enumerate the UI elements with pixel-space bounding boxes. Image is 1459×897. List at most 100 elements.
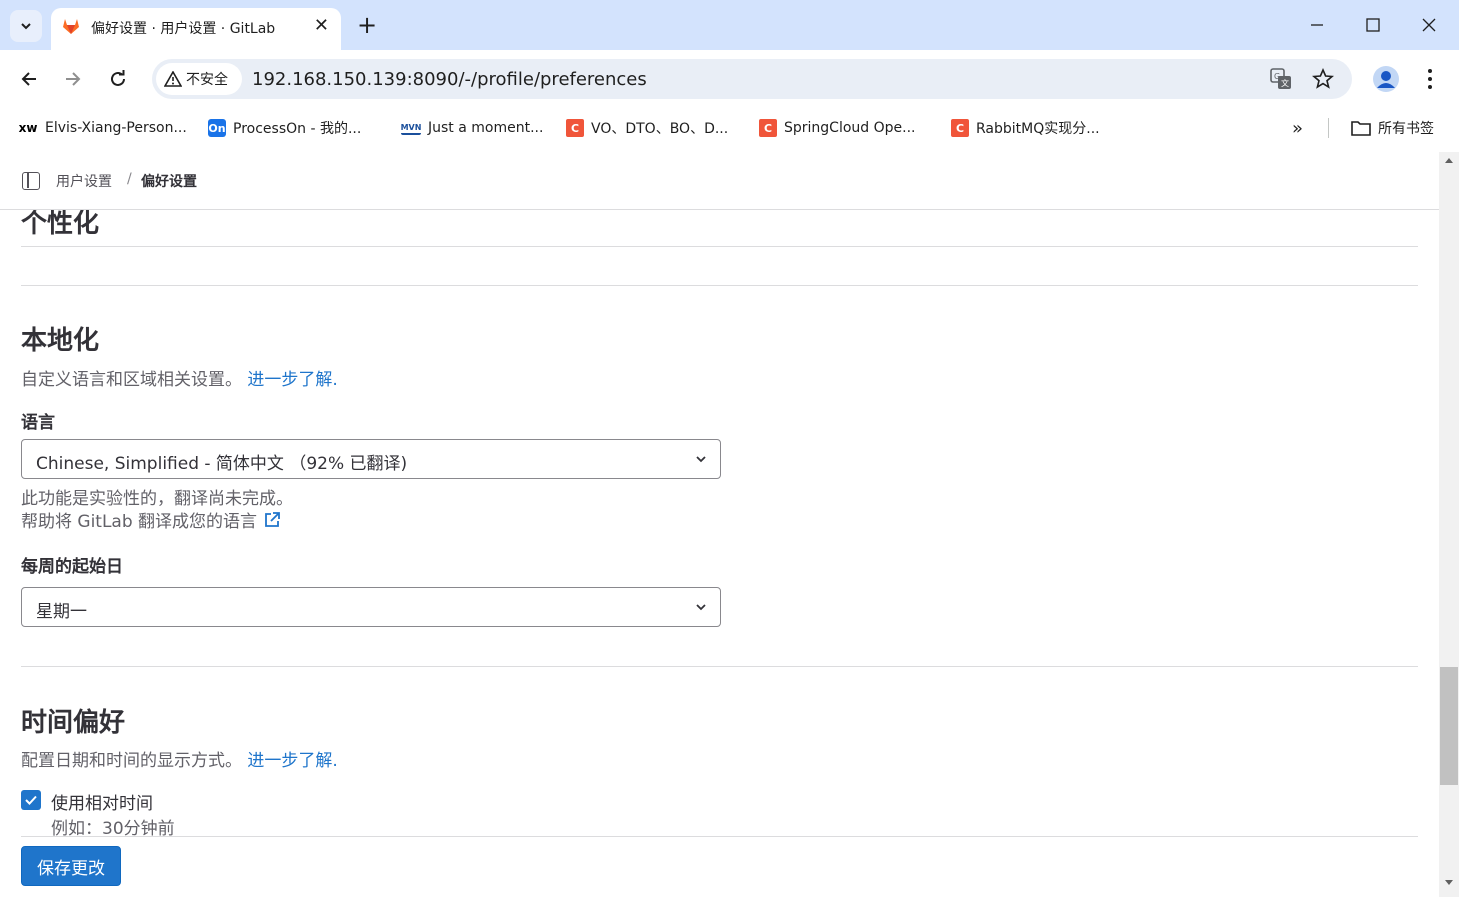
section-description: 配置日期和时间的显示方式。 进一步了解. bbox=[21, 746, 338, 771]
more-vert-icon bbox=[1428, 69, 1432, 89]
divider bbox=[21, 285, 1418, 286]
maximize-icon bbox=[1366, 18, 1380, 32]
avatar-icon bbox=[1373, 66, 1399, 92]
divider bbox=[1328, 118, 1329, 138]
svg-text:文: 文 bbox=[1281, 78, 1289, 88]
maximize-button[interactable] bbox=[1345, 0, 1401, 50]
week-start-label: 每周的起始日 bbox=[21, 557, 123, 577]
relative-time-label[interactable]: 使用相对时间 bbox=[51, 789, 153, 814]
bookmark-item[interactable]: C SpringCloud Ope... bbox=[759, 116, 916, 140]
warning-icon bbox=[164, 71, 182, 87]
bookmarks-bar: xw Elvis-Xiang-Person... On ProcessOn - … bbox=[0, 108, 1459, 148]
bookmark-item[interactable]: On ProcessOn - 我的... bbox=[208, 116, 361, 140]
chevron-down-icon bbox=[696, 456, 706, 463]
bookmark-item[interactable]: C RabbitMQ实现分... bbox=[951, 116, 1100, 140]
scrollbar-thumb[interactable] bbox=[1440, 667, 1458, 785]
divider bbox=[21, 666, 1418, 667]
csdn-icon: C bbox=[951, 119, 969, 137]
language-label: 语言 bbox=[21, 413, 55, 433]
translate-help-link[interactable]: 帮助将 GitLab 翻译成您的语言 bbox=[21, 507, 281, 532]
svg-text:G: G bbox=[1274, 72, 1280, 81]
bookmark-star-button[interactable] bbox=[1311, 67, 1335, 94]
relative-time-checkbox[interactable] bbox=[21, 790, 41, 810]
xw-icon: xw bbox=[18, 121, 38, 135]
browser-tab[interactable]: 偏好设置 · 用户设置 · GitLab ✕ bbox=[51, 8, 341, 50]
chevron-down-icon bbox=[696, 604, 706, 611]
gitlab-logo-icon bbox=[63, 19, 79, 34]
bookmark-item[interactable]: MVN Just a moment... bbox=[401, 116, 544, 140]
language-select[interactable]: Chinese, Simplified - 简体中文 （92% 已翻译) bbox=[21, 439, 721, 479]
double-chevron-icon: » bbox=[1292, 117, 1304, 139]
learn-more-link[interactable]: 进一步了解. bbox=[247, 370, 337, 390]
section-title-time: 时间偏好 bbox=[21, 708, 126, 738]
language-help-text: 此功能是实验性的，翻译尚未完成。 bbox=[21, 489, 293, 509]
section-title-localization: 本地化 bbox=[21, 326, 100, 356]
breadcrumb-current: 偏好设置 bbox=[141, 174, 197, 190]
more-bookmarks-button[interactable]: » bbox=[1292, 116, 1303, 140]
bookmark-label: SpringCloud Ope... bbox=[784, 120, 916, 136]
browser-toolbar: 不安全 192.168.150.139:8090/-/profile/prefe… bbox=[0, 50, 1459, 108]
bookmark-item[interactable]: xw Elvis-Xiang-Person... bbox=[18, 116, 187, 140]
bookmark-label: Elvis-Xiang-Person... bbox=[45, 120, 187, 136]
bookmark-label: Just a moment... bbox=[428, 120, 544, 136]
chevron-down-icon bbox=[21, 23, 31, 30]
close-icon bbox=[1422, 18, 1436, 32]
page-scrollbar[interactable] bbox=[1439, 152, 1459, 897]
bookmark-label: VO、DTO、BO、D... bbox=[591, 121, 729, 137]
scroll-up-icon[interactable] bbox=[1444, 156, 1454, 164]
bookmarks-folder-label: 所有书签 bbox=[1378, 121, 1434, 137]
scroll-down-icon[interactable] bbox=[1444, 879, 1454, 887]
checkmark-icon bbox=[25, 795, 37, 805]
learn-more-link[interactable]: 进一步了解. bbox=[247, 751, 337, 771]
minimize-button[interactable] bbox=[1289, 0, 1345, 50]
mvn-icon: MVN bbox=[401, 121, 421, 135]
arrow-right-icon bbox=[66, 72, 81, 86]
all-bookmarks-button[interactable]: 所有书签 bbox=[1351, 116, 1434, 140]
divider bbox=[21, 246, 1418, 247]
tab-strip: 偏好设置 · 用户设置 · GitLab ✕ + bbox=[0, 0, 1459, 50]
address-bar[interactable]: 不安全 192.168.150.139:8090/-/profile/prefe… bbox=[152, 59, 1352, 99]
reload-button[interactable] bbox=[101, 62, 135, 96]
back-button[interactable] bbox=[12, 62, 46, 96]
bookmark-label: ProcessOn - 我的... bbox=[233, 121, 362, 137]
sidebar-toggle-icon[interactable] bbox=[22, 172, 40, 190]
close-tab-icon[interactable]: ✕ bbox=[314, 15, 329, 36]
close-window-button[interactable] bbox=[1401, 0, 1457, 50]
translate-icon: G文 bbox=[1270, 68, 1291, 89]
processon-icon: On bbox=[208, 119, 226, 137]
profile-button[interactable] bbox=[1372, 65, 1400, 97]
csdn-icon: C bbox=[759, 119, 777, 137]
browser-menu-button[interactable] bbox=[1424, 68, 1436, 94]
external-link-icon bbox=[265, 511, 280, 527]
translate-button[interactable]: G文 bbox=[1270, 68, 1292, 94]
divider bbox=[21, 836, 1418, 837]
minimize-icon bbox=[1311, 24, 1323, 26]
tab-title: 偏好设置 · 用户设置 · GitLab bbox=[91, 21, 276, 37]
bookmark-item[interactable]: C VO、DTO、BO、D... bbox=[566, 116, 728, 140]
save-changes-button[interactable]: 保存更改 bbox=[21, 846, 121, 886]
url-text[interactable]: 192.168.150.139:8090/-/profile/preferenc… bbox=[252, 69, 647, 90]
page-content: 用户设置 / 偏好设置 个性化 本地化 自定义语言和区域相关设置。 进一步了解.… bbox=[0, 148, 1439, 897]
breadcrumb-parent[interactable]: 用户设置 bbox=[56, 171, 112, 191]
localization-description: 自定义语言和区域相关设置。 bbox=[21, 370, 242, 390]
settings-footer: 保存更改 bbox=[0, 836, 1439, 897]
time-description: 配置日期和时间的显示方式。 bbox=[21, 751, 242, 771]
tab-search-button[interactable] bbox=[10, 10, 42, 42]
new-tab-button[interactable]: + bbox=[352, 10, 382, 40]
csdn-icon: C bbox=[566, 119, 584, 137]
translate-link-text: 帮助将 GitLab 翻译成您的语言 bbox=[21, 512, 258, 532]
folder-icon bbox=[1351, 121, 1371, 136]
security-label: 不安全 bbox=[186, 72, 228, 88]
forward-button[interactable] bbox=[56, 62, 90, 96]
section-description: 自定义语言和区域相关设置。 进一步了解. bbox=[21, 365, 338, 390]
week-start-select[interactable]: 星期一 bbox=[21, 587, 721, 627]
breadcrumb-separator: / bbox=[127, 171, 132, 187]
breadcrumb: 用户设置 / 偏好设置 bbox=[0, 162, 1439, 210]
arrow-left-icon bbox=[21, 72, 36, 86]
security-chip[interactable]: 不安全 bbox=[156, 63, 242, 95]
reload-icon bbox=[111, 70, 125, 86]
language-value: Chinese, Simplified - 简体中文 （92% 已翻译) bbox=[36, 454, 408, 474]
week-start-value: 星期一 bbox=[36, 602, 87, 622]
star-icon bbox=[1311, 67, 1335, 89]
bookmark-label: RabbitMQ实现分... bbox=[976, 121, 1100, 137]
